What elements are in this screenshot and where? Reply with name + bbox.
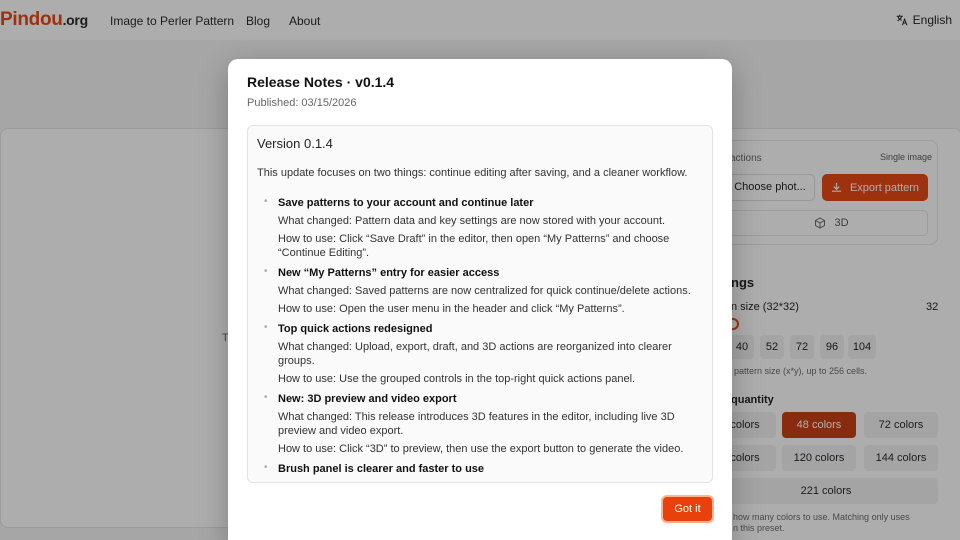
item-line: What changed: Pattern data and key setti…	[278, 215, 666, 227]
item-title: Top quick actions redesigned	[278, 323, 433, 335]
item-title: Save patterns to your account and contin…	[278, 197, 534, 209]
item-line: How to use: Open the user menu in the he…	[278, 303, 625, 315]
item-title: New “My Patterns” entry for easier acces…	[278, 267, 500, 279]
item-line: How to use: Use the grouped controls in …	[278, 373, 636, 385]
item-title: New: 3D preview and video export	[278, 393, 457, 405]
item-line: How to use: Click “Save Draft” in the ed…	[278, 233, 670, 259]
got-it-button[interactable]: Got it	[661, 495, 714, 523]
list-item: New: 3D preview and video export What ch…	[264, 392, 704, 456]
release-notes-dialog: Release Notes · v0.1.4 Published: 03/15/…	[228, 59, 732, 540]
list-item: Brush panel is clearer and faster to use	[264, 462, 704, 476]
item-line: What changed: Upload, export, draft, and…	[278, 341, 672, 367]
list-item: New “My Patterns” entry for easier acces…	[264, 266, 704, 316]
list-item: Top quick actions redesigned What change…	[264, 322, 704, 386]
version-heading: Version 0.1.4	[257, 136, 333, 151]
release-intro: This update focuses on two things: conti…	[257, 167, 688, 179]
list-item: Save patterns to your account and contin…	[264, 196, 704, 260]
published-date: Published: 03/15/2026	[247, 97, 357, 109]
item-line: How to use: Click “3D” to preview, then …	[278, 443, 684, 455]
item-line: What changed: Saved patterns are now cen…	[278, 285, 691, 297]
item-line: What changed: This release introduces 3D…	[278, 411, 675, 437]
item-title: Brush panel is clearer and faster to use	[278, 463, 485, 475]
dialog-title: Release Notes · v0.1.4	[247, 74, 395, 90]
release-items-list: Save patterns to your account and contin…	[264, 196, 704, 482]
release-notes-content[interactable]: Version 0.1.4 This update focuses on two…	[247, 125, 713, 483]
